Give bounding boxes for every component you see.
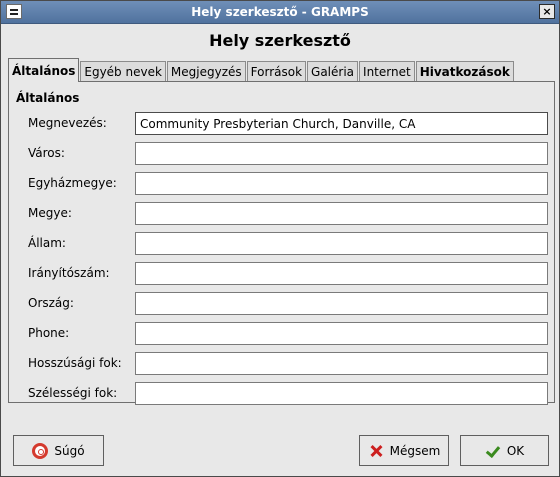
state-input[interactable] (135, 232, 548, 255)
general-tab-panel: Általános Megnevezés: Város: Egyházmegye… (8, 81, 556, 405)
field-row-phone: Phone: (9, 322, 556, 345)
phone-input[interactable] (135, 322, 548, 345)
window-menu-icon[interactable] (6, 4, 22, 19)
tab-egyeb-nevek[interactable]: Egyéb nevek (80, 61, 166, 82)
tab-bar: Általános Egyéb nevek Megjegyzés Forráso… (8, 58, 515, 82)
field-row-state: Állam: (9, 232, 556, 255)
ok-button-label: OK (506, 443, 525, 458)
city-label: Város: (28, 146, 65, 160)
help-button[interactable]: Súgó (13, 435, 104, 466)
field-row-parish: Egyházmegye: (9, 172, 556, 195)
section-title: Általános (16, 91, 80, 105)
tab-galeria[interactable]: Galéria (307, 61, 359, 82)
field-row-county: Megye: (9, 202, 556, 225)
name-input[interactable] (135, 112, 548, 135)
country-input[interactable] (135, 292, 548, 315)
longitude-label: Hosszúsági fok: (28, 356, 122, 370)
parish-input[interactable] (135, 172, 548, 195)
window-title: Hely szerkesztő - GRAMPS (191, 5, 369, 19)
latitude-label: Szélességi fok: (28, 386, 118, 400)
latitude-input[interactable] (135, 382, 548, 405)
close-button[interactable]: × (539, 4, 555, 19)
field-row-city: Város: (9, 142, 556, 165)
tab-internet[interactable]: Internet (359, 61, 415, 82)
dialog-heading: Hely szerkesztő (209, 31, 351, 50)
lifebuoy-icon (32, 442, 49, 459)
postal-code-input[interactable] (135, 262, 548, 285)
phone-label: Phone: (28, 326, 70, 340)
title-bar[interactable]: Hely szerkesztő - GRAMPS × (1, 1, 559, 24)
cancel-button-label: Mégsem (389, 443, 441, 458)
tab-megjegyzes[interactable]: Megjegyzés (166, 61, 246, 82)
county-label: Megye: (28, 206, 72, 220)
help-button-label: Súgó (54, 443, 85, 458)
field-row-country: Ország: (9, 292, 556, 315)
cancel-button[interactable]: Mégsem (359, 435, 449, 466)
x-icon (368, 443, 384, 459)
city-input[interactable] (135, 142, 548, 165)
name-label: Megnevezés: (28, 116, 107, 130)
place-editor-window: Hely szerkesztő - GRAMPS × Hely szerkesz… (0, 0, 560, 477)
tab-hivatkozasok[interactable]: Hivatkozások (415, 61, 514, 82)
country-label: Ország: (28, 296, 74, 310)
field-row-name: Megnevezés: (9, 112, 556, 135)
parish-label: Egyházmegye: (28, 176, 117, 190)
tab-altalanos[interactable]: Általános (8, 58, 80, 82)
state-label: Állam: (28, 236, 66, 250)
longitude-input[interactable] (135, 352, 548, 375)
county-input[interactable] (135, 202, 548, 225)
field-row-latitude: Szélességi fok: (9, 382, 556, 405)
ok-button[interactable]: OK (460, 435, 549, 466)
tab-forrasok[interactable]: Források (246, 61, 307, 82)
field-row-longitude: Hosszúsági fok: (9, 352, 556, 375)
postal-code-label: Irányítószám: (28, 266, 110, 280)
checkmark-icon (485, 443, 501, 459)
field-row-postal: Irányítószám: (9, 262, 556, 285)
